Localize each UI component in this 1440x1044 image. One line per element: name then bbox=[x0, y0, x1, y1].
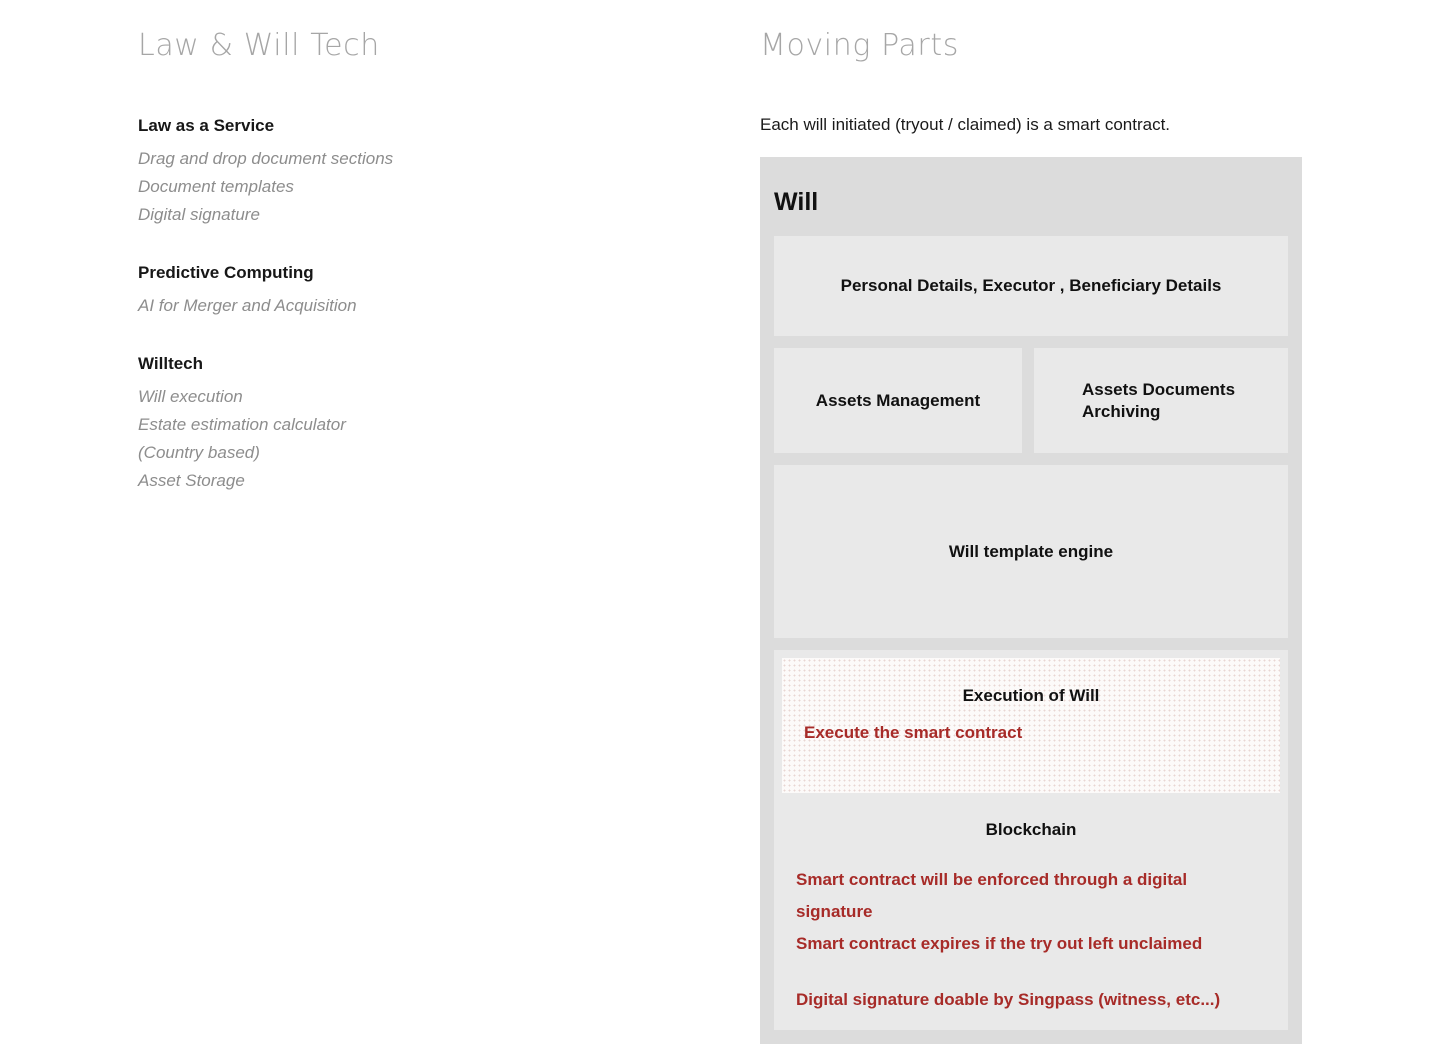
execution-of-will-title: Execution of Will bbox=[962, 686, 1100, 705]
feature-group-law-as-a-service: Law as a Service Drag and drop document … bbox=[138, 112, 678, 229]
will-panel-title: Will bbox=[774, 188, 819, 216]
box-assets-management: Assets Management bbox=[774, 348, 1022, 453]
blockchain-note: Smart contract will be enforced through … bbox=[796, 870, 1188, 921]
box-assets-documents-archiving-label: Assets Documents Archiving bbox=[1082, 379, 1236, 421]
blockchain-notes: Smart contract will be enforced through … bbox=[782, 864, 1280, 1016]
feature-item: Drag and drop document sections bbox=[138, 149, 394, 168]
box-assets-documents-archiving: Assets Documents Archiving bbox=[1034, 348, 1288, 453]
right-column: Moving Parts Each will initiated (tryout… bbox=[760, 24, 1320, 1044]
feature-group-willtech: Willtech Will execution Estate estimatio… bbox=[138, 350, 678, 495]
blockchain-title: Blockchain bbox=[985, 820, 1077, 839]
feature-item: AI for Merger and Acquisition bbox=[138, 296, 357, 315]
feature-item: Digital signature bbox=[138, 205, 260, 224]
feature-group-heading: Predictive Computing bbox=[138, 263, 314, 282]
execution-of-will-note: Execute the smart contract bbox=[804, 723, 1023, 742]
assets-row: Assets Management Assets Documents Archi… bbox=[774, 348, 1288, 453]
left-column: Law & Will Tech Law as a Service Drag an… bbox=[138, 24, 678, 495]
feature-group-heading: Law as a Service bbox=[138, 116, 275, 135]
feature-group-predictive-computing: Predictive Computing AI for Merger and A… bbox=[138, 259, 678, 320]
smart-contract-lead-text: Each will initiated (tryout / claimed) i… bbox=[760, 115, 1171, 134]
will-panel: Will Personal Details, Executor , Benefi… bbox=[760, 157, 1302, 1044]
blockchain-note: Smart contract expires if the try out le… bbox=[796, 934, 1203, 953]
blockchain-note: Digital signature doable by Singpass (wi… bbox=[796, 990, 1221, 1009]
feature-item: Estate estimation calculator (Country ba… bbox=[138, 415, 346, 462]
slide-canvas: Law & Will Tech Law as a Service Drag an… bbox=[0, 0, 1440, 1044]
box-personal-details-label: Personal Details, Executor , Beneficiary… bbox=[840, 276, 1222, 295]
blockchain-note-spacer bbox=[796, 960, 1266, 984]
box-will-template-engine-label: Will template engine bbox=[948, 541, 1114, 561]
left-column-title: Law & Will Tech bbox=[138, 28, 380, 63]
box-will-template-engine: Will template engine bbox=[774, 465, 1288, 638]
feature-group-heading: Willtech bbox=[138, 354, 204, 373]
box-execution-blockchain-group: Execution of Will Execute the smart cont… bbox=[774, 650, 1288, 1030]
feature-item: Asset Storage bbox=[138, 471, 245, 490]
feature-item: Document templates bbox=[138, 177, 294, 196]
feature-item: Will execution bbox=[138, 387, 243, 406]
box-personal-details: Personal Details, Executor , Beneficiary… bbox=[774, 236, 1288, 336]
right-column-title: Moving Parts bbox=[760, 28, 959, 63]
box-execution-of-will: Execution of Will Execute the smart cont… bbox=[782, 658, 1280, 793]
box-assets-management-label: Assets Management bbox=[815, 390, 981, 410]
